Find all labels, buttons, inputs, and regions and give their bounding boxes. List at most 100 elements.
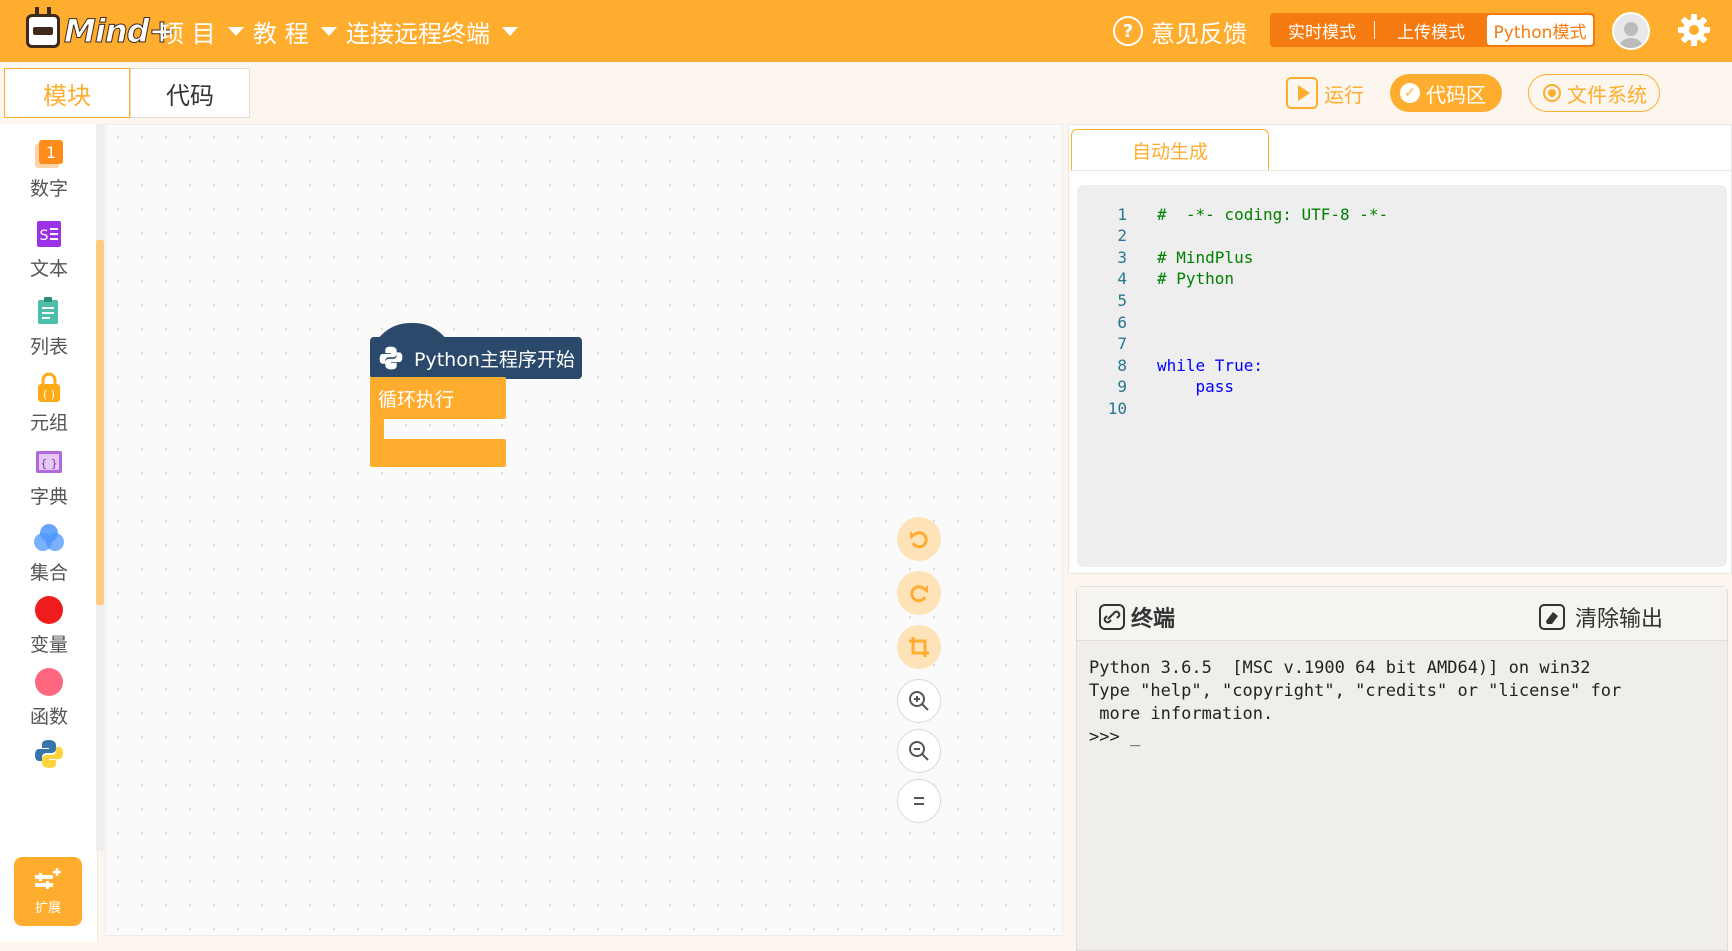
- line-number: 7: [1117, 334, 1127, 354]
- line-number: 10: [1107, 398, 1127, 418]
- extension-icon: [35, 868, 61, 889]
- tab-divider: [1069, 170, 1732, 171]
- caret-down-icon: [502, 26, 518, 36]
- category-text[interactable]: S 文本: [0, 218, 98, 281]
- variable-icon: [33, 594, 65, 626]
- category-sidebar: 1 数字 S 文本 列表 ( ) 元组 { } 字典 集合 变量 函数: [0, 124, 98, 942]
- code-line: 7: [1077, 333, 1157, 355]
- set-icon: [33, 522, 65, 554]
- line-number: 6: [1117, 312, 1127, 332]
- zoom-in-icon: [909, 691, 929, 711]
- code-line: 4 # Python: [1077, 268, 1234, 290]
- terminal-title-label: 终端: [1131, 607, 1176, 632]
- redo-icon: [910, 585, 928, 603]
- category-tuple[interactable]: ( ) 元组: [0, 372, 98, 435]
- sidebar-scrollbar-thumb[interactable]: [96, 240, 104, 605]
- code-line: 3 # MindPlus: [1077, 246, 1253, 268]
- code-line: 1 # -*- coding: UTF-8 -*-: [1077, 203, 1388, 225]
- zoom-out-button[interactable]: [897, 729, 941, 773]
- user-avatar[interactable]: [1612, 12, 1650, 50]
- mode-python[interactable]: Python模式: [1487, 15, 1593, 45]
- menu-tutorial-label: 教 程: [253, 19, 309, 48]
- python-icon: [33, 738, 65, 770]
- category-label: 元组: [29, 412, 68, 434]
- category-number[interactable]: 1 数字: [0, 138, 98, 201]
- category-set[interactable]: 集合: [0, 522, 98, 585]
- mindplus-logo[interactable]: Mind+: [26, 7, 176, 54]
- extension-button[interactable]: 扩展: [14, 857, 82, 926]
- code-area-toggle[interactable]: ✓ 代码区: [1390, 74, 1502, 112]
- line-text: while True:: [1157, 355, 1263, 375]
- eraser-icon: [1539, 604, 1565, 630]
- svg-text:S: S: [40, 228, 49, 244]
- redo-button[interactable]: [897, 571, 941, 615]
- mode-realtime[interactable]: 实时模式: [1270, 13, 1374, 47]
- mode-divider: [1374, 21, 1375, 39]
- undo-button[interactable]: [897, 517, 941, 561]
- feedback-button[interactable]: ? 意见反馈: [1113, 14, 1247, 48]
- text-icon: S: [33, 218, 65, 250]
- svg-text:1: 1: [46, 143, 56, 162]
- zoom-in-button[interactable]: [897, 679, 941, 723]
- line-text: # Python: [1157, 269, 1235, 289]
- tab-blocks[interactable]: 模块: [4, 68, 130, 118]
- code-editor[interactable]: 1 # -*- coding: UTF-8 -*- 2 3 # MindPlus 4 # P…: [1077, 185, 1727, 567]
- category-label: 集合: [29, 562, 68, 584]
- mode-upload[interactable]: 上传模式: [1375, 13, 1487, 47]
- equals-icon: [914, 797, 924, 805]
- category-dictionary[interactable]: { } 字典: [0, 446, 98, 509]
- view-tab-bar: 模块 代码 运行 ✓ 代码区 文件系统: [0, 62, 1732, 124]
- zoom-reset-button[interactable]: [897, 779, 941, 823]
- menu-project[interactable]: 项 目: [160, 14, 244, 48]
- line-text: # -*- coding: UTF-8 -*-: [1157, 204, 1389, 224]
- radio-icon: [1543, 84, 1561, 102]
- tab-code[interactable]: 代码: [130, 68, 250, 118]
- tab-auto-generated[interactable]: 自动生成: [1071, 129, 1269, 171]
- undo-icon: [910, 531, 928, 549]
- category-list[interactable]: 列表: [0, 296, 98, 359]
- function-icon: [33, 666, 65, 698]
- clear-output-button[interactable]: 清除输出: [1539, 601, 1663, 633]
- terminal-header: 终端 清除输出: [1077, 587, 1727, 641]
- loop-block-label: 循环执行: [378, 388, 455, 411]
- run-button[interactable]: 运行: [1286, 74, 1364, 112]
- hat-block-label: Python主程序开始: [414, 348, 575, 371]
- code-line: 6: [1077, 311, 1157, 333]
- loop-block-header: 循环执行: [370, 377, 506, 419]
- terminal-panel: 终端 清除输出 Python 3.6.5 [MSC v.1900 64 bit …: [1076, 586, 1728, 951]
- terminal-output[interactable]: Python 3.6.5 [MSC v.1900 64 bit AMD64)] …: [1089, 657, 1621, 749]
- line-number: 1: [1117, 204, 1127, 224]
- menu-remote-terminal[interactable]: 连接远程终端: [346, 14, 518, 48]
- line-text: pass: [1157, 377, 1235, 397]
- file-system-toggle[interactable]: 文件系统: [1528, 74, 1660, 112]
- extension-label: 扩展: [34, 901, 61, 916]
- code-area-label: 代码区: [1426, 82, 1486, 107]
- menu-tutorial[interactable]: 教 程: [253, 14, 337, 48]
- feedback-label: 意见反馈: [1151, 19, 1247, 48]
- category-label: 函数: [29, 706, 68, 728]
- code-line: 10: [1077, 397, 1157, 419]
- list-icon: [33, 296, 65, 328]
- crop-button[interactable]: [897, 625, 941, 669]
- svg-text:{ }: { }: [40, 457, 58, 470]
- code-line: 8 while True:: [1077, 354, 1263, 376]
- check-icon: ✓: [1400, 83, 1420, 103]
- category-python[interactable]: [0, 738, 98, 770]
- run-label: 运行: [1324, 82, 1364, 107]
- dictionary-icon: { }: [33, 446, 65, 478]
- mode-switcher: 实时模式 上传模式 Python模式: [1270, 13, 1595, 47]
- file-system-label: 文件系统: [1567, 82, 1647, 107]
- tuple-icon: ( ): [33, 372, 65, 404]
- category-label: 文本: [29, 258, 68, 280]
- code-line: 5: [1077, 289, 1157, 311]
- line-text: # MindPlus: [1157, 247, 1254, 267]
- category-function[interactable]: 函数: [0, 666, 98, 729]
- gear-icon[interactable]: [1676, 12, 1712, 48]
- hat-block-body: Python主程序开始: [370, 337, 582, 379]
- category-label: 字典: [29, 486, 68, 508]
- line-number: 2: [1117, 226, 1127, 246]
- caret-down-icon: [320, 26, 337, 36]
- blocks-workspace[interactable]: Python主程序开始 循环执行: [105, 124, 1063, 936]
- category-variable[interactable]: 变量: [0, 594, 98, 657]
- line-number: 3: [1117, 247, 1127, 267]
